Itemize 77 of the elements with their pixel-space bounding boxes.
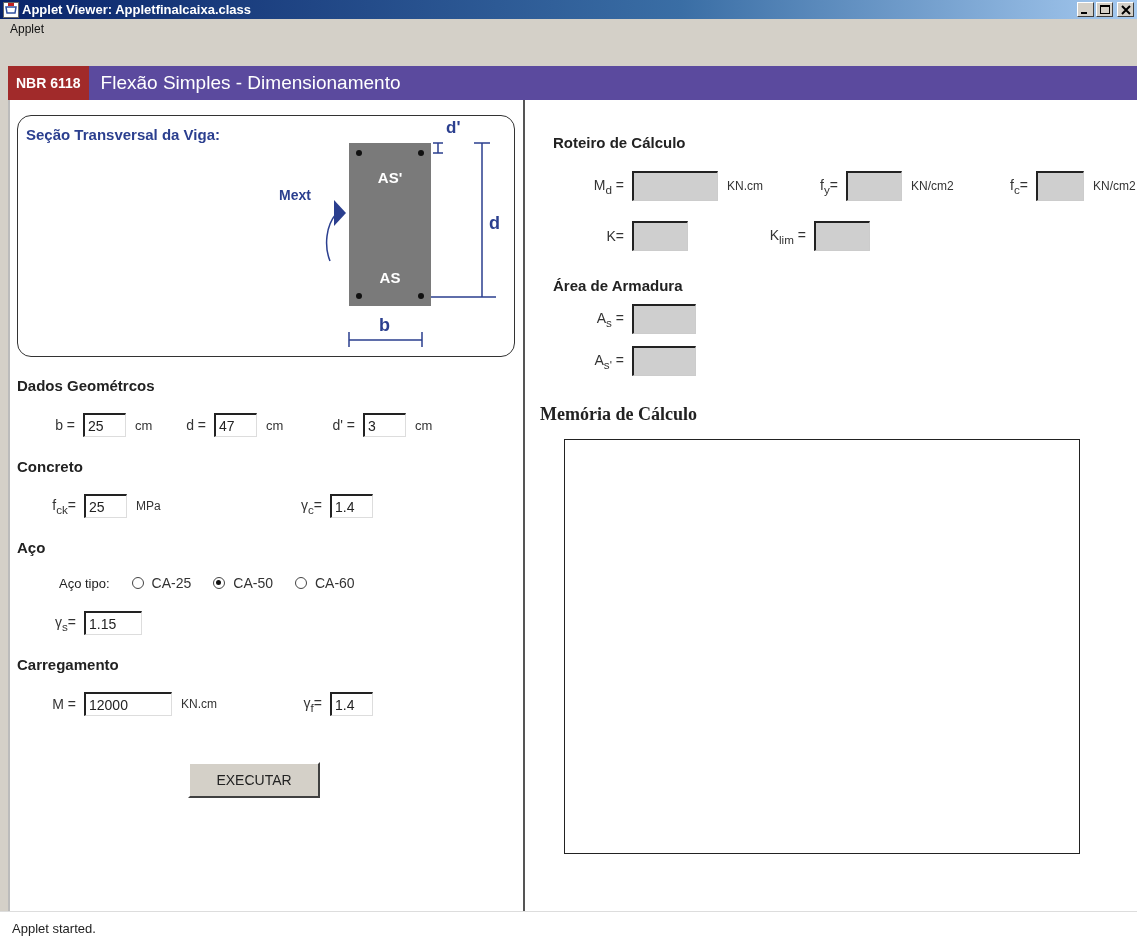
field-label: A$_{s'}$ = bbox=[593, 351, 625, 371]
output-field[interactable] bbox=[632, 221, 688, 251]
steel-label: AS bbox=[379, 269, 401, 286]
input-field[interactable]: 47 bbox=[214, 413, 257, 437]
radio-option[interactable]: CA-25 bbox=[131, 575, 192, 591]
radio-option[interactable]: CA-50 bbox=[213, 575, 273, 591]
menu-item[interactable]: Applet bbox=[10, 22, 45, 36]
section-heading: Aço bbox=[17, 539, 47, 556]
maximize-icon bbox=[1099, 4, 1110, 15]
output-field[interactable] bbox=[632, 304, 696, 334]
field-label: Aço tipo: bbox=[59, 575, 110, 591]
maximize-button[interactable] bbox=[1096, 2, 1113, 17]
field-label: d' = bbox=[331, 417, 356, 433]
unit-label: cm bbox=[266, 417, 284, 433]
field-label: γ$_{c}$= bbox=[300, 496, 323, 516]
applet-title: Flexão Simples - Dimensionamento bbox=[99, 71, 401, 95]
radio-option[interactable]: CA-60 bbox=[294, 575, 355, 591]
rebar-dot bbox=[356, 150, 362, 156]
field-label: A$_{s}$ = bbox=[595, 309, 625, 329]
field-label: K$_{lim}$ = bbox=[768, 226, 807, 246]
field-label: f$_{y}$= bbox=[819, 176, 839, 196]
unit-label: MPa bbox=[136, 499, 161, 513]
field-label: b = bbox=[54, 417, 76, 433]
unit-label: KN.cm bbox=[727, 179, 763, 193]
input-field[interactable]: 1.15 bbox=[84, 611, 142, 635]
diagram-title: Seção Transversal da Viga: bbox=[26, 126, 220, 143]
section-heading: Roteiro de Cálculo bbox=[553, 134, 687, 151]
output-field[interactable] bbox=[632, 171, 718, 201]
option-label: CA-60 bbox=[314, 575, 355, 591]
input-field[interactable]: 1.4 bbox=[330, 692, 373, 716]
rebar-dot bbox=[418, 150, 424, 156]
standard-badge: NBR 6118 bbox=[8, 66, 89, 100]
input-field[interactable]: 25 bbox=[84, 494, 127, 518]
field-label: M$_{d}$ = bbox=[592, 176, 625, 196]
unit-label: KN/cm2 bbox=[1093, 179, 1136, 193]
steel-label: AS' bbox=[377, 169, 403, 186]
unit-label: cm bbox=[135, 417, 153, 433]
dimension-label: d bbox=[489, 213, 500, 233]
field-label: d = bbox=[186, 417, 207, 433]
input-field[interactable]: 12000 bbox=[84, 692, 172, 716]
window-title: Applet Viewer: Appletfinalcaixa.class bbox=[22, 2, 252, 17]
minimize-button[interactable] bbox=[1077, 2, 1094, 17]
minimize-icon bbox=[1081, 12, 1087, 14]
field-label: f$_{ck}$= bbox=[51, 496, 77, 516]
field-label: K= bbox=[605, 228, 625, 244]
input-field[interactable]: 1.4 bbox=[330, 494, 373, 518]
field-label: f$_{c}$= bbox=[1009, 176, 1029, 196]
moment-arrow bbox=[325, 200, 346, 262]
moment-label: Mext bbox=[279, 187, 311, 203]
input-field[interactable]: 3 bbox=[363, 413, 406, 437]
section-heading: Dados Geométrcos bbox=[17, 377, 156, 394]
rebar-dot bbox=[356, 293, 362, 299]
status-text: Applet started. bbox=[12, 920, 96, 936]
dimension-label: b bbox=[379, 315, 390, 335]
section-heading: Carregamento bbox=[17, 656, 120, 673]
output-field[interactable] bbox=[846, 171, 902, 201]
execute-button[interactable]: EXECUTAR bbox=[188, 762, 320, 798]
section-heading: Área de Armadura bbox=[553, 277, 684, 294]
unit-label: KN/cm2 bbox=[911, 179, 954, 193]
option-label: CA-50 bbox=[233, 575, 273, 591]
field-label: γ$_{s}$= bbox=[54, 613, 77, 633]
unit-label: cm bbox=[415, 417, 433, 433]
close-button[interactable] bbox=[1117, 2, 1134, 17]
dimension-label: d' bbox=[446, 118, 461, 137]
app-icon bbox=[3, 1, 19, 18]
field-label: M = bbox=[51, 696, 77, 712]
rebar-dot bbox=[418, 293, 424, 299]
field-label: γ$_{f}$= bbox=[302, 694, 323, 714]
section-heading: Concreto bbox=[17, 458, 84, 475]
section-heading: Memória de Cálculo bbox=[540, 404, 698, 425]
unit-label: KN.cm bbox=[181, 697, 217, 711]
option-label: CA-25 bbox=[151, 575, 192, 591]
input-field[interactable]: 25 bbox=[83, 413, 126, 437]
output-field[interactable] bbox=[632, 346, 696, 376]
output-field[interactable] bbox=[814, 221, 870, 251]
close-icon bbox=[1120, 4, 1131, 15]
output-field[interactable] bbox=[1036, 171, 1084, 201]
